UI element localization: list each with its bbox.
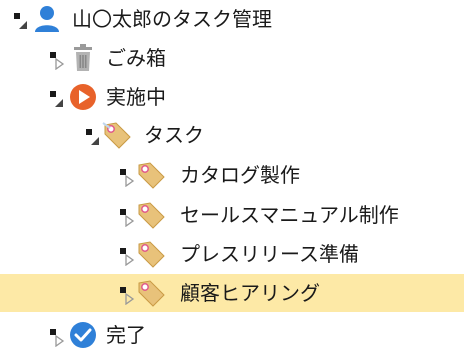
tree-node-root[interactable]: 山〇太郎のタスク管理 [0,0,464,38]
tag-icon [136,160,166,190]
user-icon [32,4,62,34]
tree-node-catalog[interactable]: カタログ製作 [0,156,464,194]
tree-node-label: 顧客ヒアリング [180,281,320,305]
tag-icon [136,278,166,308]
collapsed-arrow-icon[interactable] [120,287,135,306]
play-circle-icon [68,82,98,112]
tree-node-label: タスク [144,123,204,147]
tree-node-label: ごみ箱 [106,46,166,70]
collapsed-arrow-icon[interactable] [50,52,65,71]
collapsed-arrow-icon[interactable] [120,209,135,228]
tree-node-in-progress[interactable]: 実施中 [0,78,464,116]
tree-node-label: 山〇太郎のタスク管理 [72,7,272,31]
tree-node-label: セールスマニュアル制作 [180,203,399,227]
collapsed-arrow-icon[interactable] [120,248,135,267]
collapsed-arrow-icon[interactable] [50,329,65,348]
tree-node-task[interactable]: タスク [0,116,464,154]
tag-icon [102,120,132,150]
tree-node-label: 完了 [106,323,146,347]
tree-node-label: カタログ製作 [180,163,300,187]
tree-node-trash[interactable]: ごみ箱 [0,39,464,77]
expanded-arrow-icon[interactable] [50,91,63,107]
expanded-arrow-icon[interactable] [86,129,99,145]
tag-icon [136,200,166,230]
tree-node-done[interactable]: 完了 [0,316,464,354]
tree-node-customer-hearing[interactable]: 顧客ヒアリング [0,274,464,312]
tag-icon [136,239,166,269]
trash-icon [68,43,98,73]
tree-node-label: 実施中 [106,85,166,109]
tree-node-press-release[interactable]: プレスリリース準備 [0,235,464,273]
task-tree: 山〇太郎のタスク管理 ごみ箱 実施中 タスク カタログ製作 セールスマニュアル制… [0,0,464,358]
tree-node-label: プレスリリース準備 [180,242,359,266]
collapsed-arrow-icon[interactable] [120,169,135,188]
expanded-arrow-icon[interactable] [14,13,27,29]
tree-node-sales-manual[interactable]: セールスマニュアル制作 [0,196,464,234]
check-circle-icon [68,320,98,350]
